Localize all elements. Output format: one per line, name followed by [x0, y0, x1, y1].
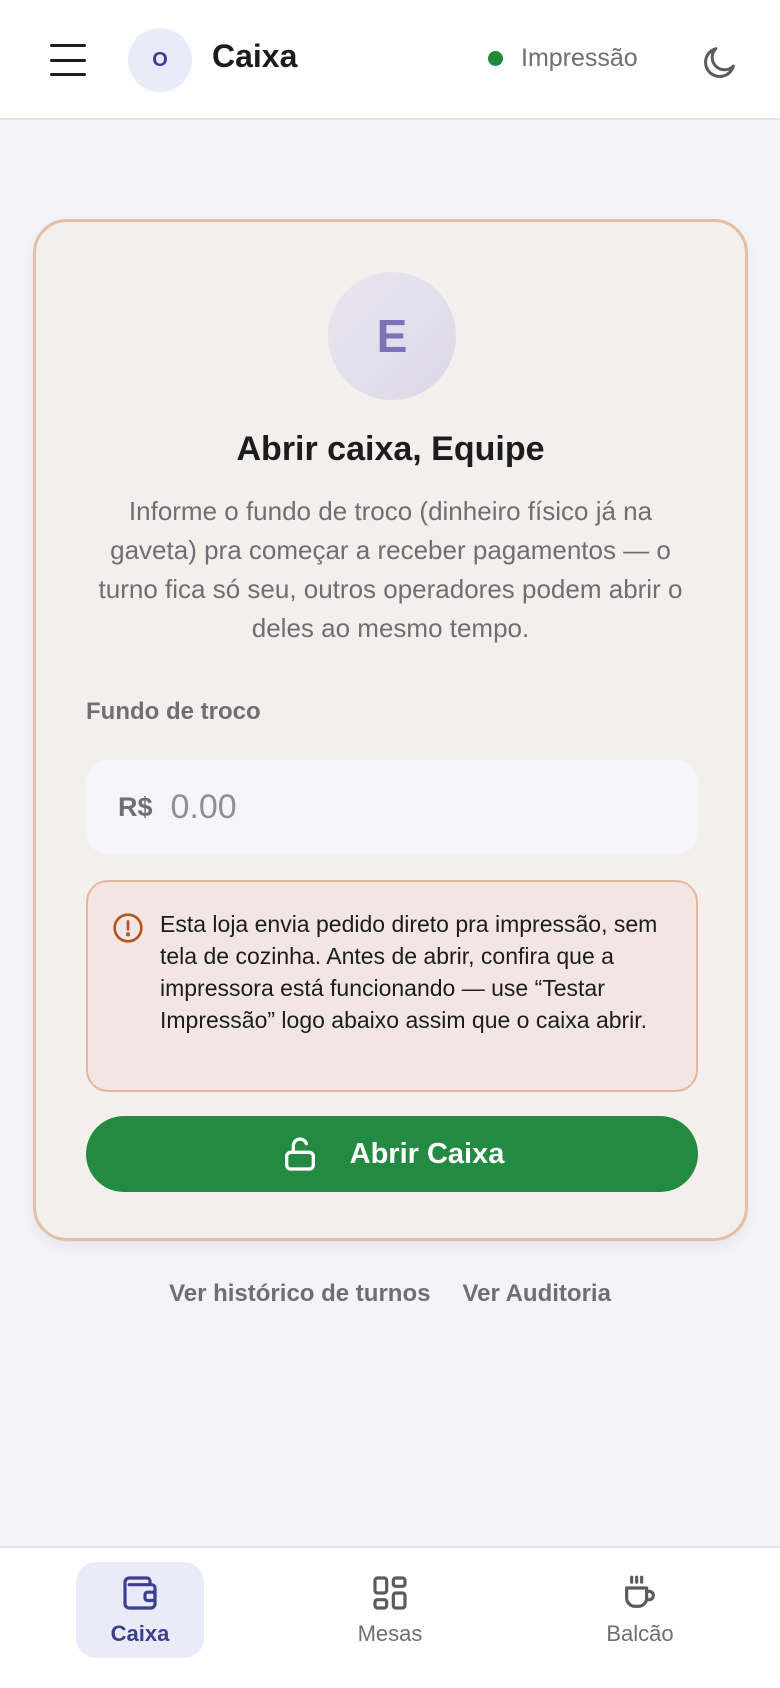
coffee-cup-icon [625, 1575, 655, 1608]
hamburger-menu-icon[interactable] [48, 38, 88, 82]
moon-icon [704, 47, 735, 78]
open-cash-register-button[interactable]: Abrir Caixa [86, 1116, 698, 1192]
grid-icon [373, 1576, 407, 1610]
audit-link[interactable]: Ver Auditoria [462, 1280, 610, 1308]
team-avatar: E [328, 272, 456, 400]
open-cash-register-label: Abrir Caixa [349, 1137, 505, 1170]
theme-toggle-button[interactable] [700, 42, 740, 82]
page-title: Caixa [212, 38, 298, 74]
change-fund-field[interactable]: R$ [86, 760, 698, 854]
change-fund-input[interactable] [170, 787, 571, 827]
status-dot-icon [488, 51, 503, 66]
nav-label-caixa: Caixa [110, 1621, 170, 1646]
print-status-label: Impressão [521, 44, 638, 72]
printer-warning-text: Esta loja envia pedido direto pra impres… [160, 911, 658, 1033]
user-avatar[interactable]: O [128, 28, 192, 92]
warning-circle-icon [113, 913, 143, 943]
top-app-bar: O Caixa Impressão [0, 0, 780, 120]
currency-prefix: R$ [118, 791, 153, 822]
card-description: Informe o fundo de troco (dinheiro físic… [98, 496, 683, 643]
shift-history-link[interactable]: Ver histórico de turnos [169, 1280, 430, 1308]
print-status-indicator[interactable]: Impressão [488, 44, 638, 73]
bottom-navigation: Caixa Mesas Balcão [0, 1546, 780, 1688]
footer-links: Ver histórico de turnos Ver Auditoria [0, 1280, 780, 1308]
nav-item-caixa[interactable]: Caixa [76, 1562, 204, 1658]
change-fund-label: Fundo de troco [86, 698, 261, 725]
wallet-icon [123, 1576, 157, 1610]
card-title: Abrir caixa, Equipe [236, 430, 545, 468]
nav-item-mesas[interactable]: Mesas [326, 1562, 454, 1658]
nav-item-balcao[interactable]: Balcão [576, 1562, 704, 1658]
open-cash-register-card: E Abrir caixa, Equipe Informe o fundo de… [33, 219, 748, 1241]
nav-label-mesas: Mesas [357, 1621, 423, 1646]
printer-warning-alert: Esta loja envia pedido direto pra impres… [86, 880, 698, 1092]
unlock-icon [284, 1137, 315, 1171]
nav-label-balcao: Balcão [606, 1621, 674, 1646]
